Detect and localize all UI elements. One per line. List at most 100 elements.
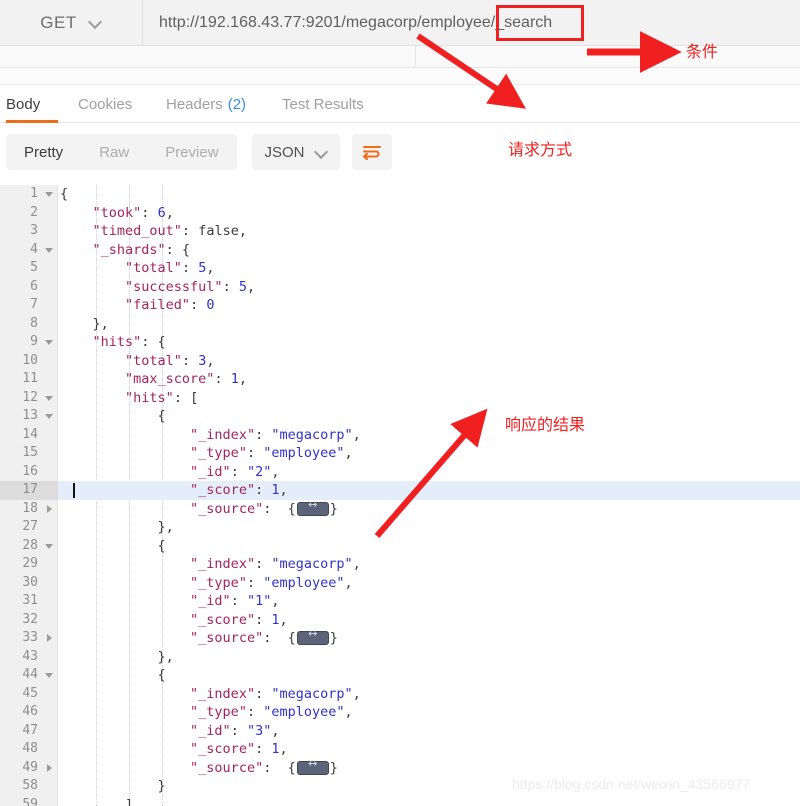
line-number-cell: 31 [0, 592, 58, 611]
http-method-selector[interactable]: GET [0, 0, 143, 45]
line-number-cell: 49 [0, 759, 58, 778]
code-text: { [60, 186, 69, 202]
code-line[interactable]: 33 "_source": {} [0, 628, 800, 648]
code-line[interactable]: 10 "total": 3, [0, 352, 800, 371]
line-number: 6 [30, 278, 38, 294]
code-line[interactable]: 30 "_type": "employee", [0, 574, 800, 593]
secondary-bar-divider [415, 46, 416, 68]
code-line[interactable]: 31 "_id": "1", [0, 592, 800, 611]
line-number: 4 [30, 241, 38, 257]
code-line[interactable]: 5 "total": 5, [0, 259, 800, 278]
fold-closed-icon[interactable] [44, 629, 56, 648]
code-line[interactable]: 8 }, [0, 315, 800, 334]
annotation-response-result: 响应的结果 [505, 415, 586, 434]
code-line[interactable]: 13 { [0, 407, 800, 426]
code-line[interactable]: 59 ] [0, 796, 800, 806]
collapsed-object-widget[interactable] [296, 628, 329, 645]
line-number-cell: 43 [0, 648, 58, 667]
code-line[interactable]: 16 "_id": "2", [0, 463, 800, 482]
code-text: "total": 3, [125, 352, 215, 369]
code-line[interactable]: 4 "_shards": { [0, 241, 800, 260]
line-number-cell: 30 [0, 574, 58, 593]
code-text: "took": 6, [92, 204, 174, 221]
fold-open-icon[interactable] [44, 537, 56, 556]
chevron-down-icon [315, 146, 328, 159]
code-line[interactable]: 29 "_index": "megacorp", [0, 555, 800, 574]
watermark: https://blog.csdn.net/weixin_43566977 [512, 776, 751, 792]
code-line[interactable]: 49 "_source": {} [0, 758, 800, 778]
collapsed-object-widget[interactable] [296, 758, 329, 775]
tab-headers[interactable]: Headers (2) [166, 86, 246, 122]
word-wrap-button[interactable] [352, 134, 392, 170]
format-raw-button[interactable]: Raw [81, 134, 147, 170]
fold-open-icon[interactable] [44, 241, 56, 260]
code-line[interactable]: 48 "_score": 1, [0, 740, 800, 759]
code-line[interactable]: 6 "successful": 5, [0, 278, 800, 297]
code-line[interactable]: 47 "_id": "3", [0, 722, 800, 741]
line-number-cell: 44 [0, 666, 58, 685]
line-number-cell: 16 [0, 463, 58, 482]
code-line[interactable]: 32 "_score": 1, [0, 611, 800, 630]
annotation-condition: 条件 [686, 42, 719, 61]
line-number-cell: 13 [0, 407, 58, 426]
fold-closed-icon[interactable] [44, 500, 56, 519]
code-line[interactable]: 15 "_type": "employee", [0, 444, 800, 463]
code-line[interactable]: 12 "hits": [ [0, 389, 800, 408]
line-number: 33 [22, 630, 38, 645]
fold-open-icon[interactable] [44, 407, 56, 426]
format-pretty-button[interactable]: Pretty [6, 134, 81, 170]
code-line[interactable]: 17 "_score": 1, [0, 481, 800, 500]
line-number-cell: 17 [0, 481, 58, 500]
word-wrap-icon [363, 146, 381, 160]
fold-open-icon[interactable] [44, 389, 56, 408]
tab-test-results[interactable]: Test Results [282, 86, 364, 122]
line-number: 1 [30, 186, 38, 201]
line-number: 31 [22, 593, 38, 608]
line-number-cell: 45 [0, 685, 58, 704]
request-url-bar: GET http://192.168.43.77:9201/megacorp/e… [0, 0, 800, 46]
code-line[interactable]: 9 "hits": { [0, 333, 800, 352]
line-number: 5 [30, 260, 38, 275]
code-text: "_id": "2", [190, 463, 280, 480]
line-number: 13 [22, 408, 38, 423]
code-line[interactable]: 14 "_index": "megacorp", [0, 426, 800, 445]
line-number-cell: 18 [0, 500, 58, 519]
code-text: { [60, 408, 166, 424]
postman-response-screen: GET http://192.168.43.77:9201/megacorp/e… [0, 0, 800, 806]
code-line[interactable]: 7 "failed": 0 [0, 296, 800, 315]
code-line[interactable]: 27 }, [0, 518, 800, 537]
code-line[interactable]: 18 "_source": {} [0, 499, 800, 519]
line-number-cell: 28 [0, 537, 58, 556]
code-text: "_source": {} [60, 499, 338, 519]
fold-open-icon[interactable] [44, 185, 56, 204]
text-cursor [73, 483, 75, 498]
response-body-editor[interactable]: 1{2 "took": 6, 3 "timed_out": false, 4 "_s… [0, 185, 800, 806]
tab-body[interactable]: Body [6, 86, 40, 122]
code-line[interactable]: 1{ [0, 185, 800, 204]
code-line[interactable]: 28 { [0, 537, 800, 556]
code-text: }, [60, 315, 109, 332]
url-text: http://192.168.43.77:9201/megacorp/emplo… [159, 13, 553, 31]
tab-cookies[interactable]: Cookies [78, 86, 132, 122]
chevron-down-icon [89, 16, 102, 29]
line-number: 28 [22, 537, 38, 553]
code-line[interactable]: 3 "timed_out": false, [0, 222, 800, 241]
response-type-select[interactable]: JSON [252, 134, 340, 170]
http-method-label: GET [40, 12, 77, 32]
code-line[interactable]: 46 "_type": "employee", [0, 703, 800, 722]
line-number-cell: 15 [0, 444, 58, 463]
code-text: "_index": "megacorp", [190, 426, 361, 443]
code-line[interactable]: 11 "max_score": 1, [0, 370, 800, 389]
code-line[interactable]: 43 }, [0, 648, 800, 667]
fold-closed-icon[interactable] [44, 759, 56, 778]
fold-open-icon[interactable] [44, 333, 56, 352]
fold-open-icon[interactable] [44, 666, 56, 685]
code-line[interactable]: 45 "_index": "megacorp", [0, 685, 800, 704]
annotation-request-method: 请求方式 [508, 140, 573, 159]
line-number: 46 [22, 704, 38, 719]
code-line[interactable]: 44 { [0, 666, 800, 685]
collapsed-object-widget[interactable] [296, 499, 329, 516]
format-preview-button[interactable]: Preview [147, 134, 236, 170]
code-line[interactable]: 2 "took": 6, [0, 204, 800, 223]
line-number-cell: 1 [0, 185, 58, 204]
